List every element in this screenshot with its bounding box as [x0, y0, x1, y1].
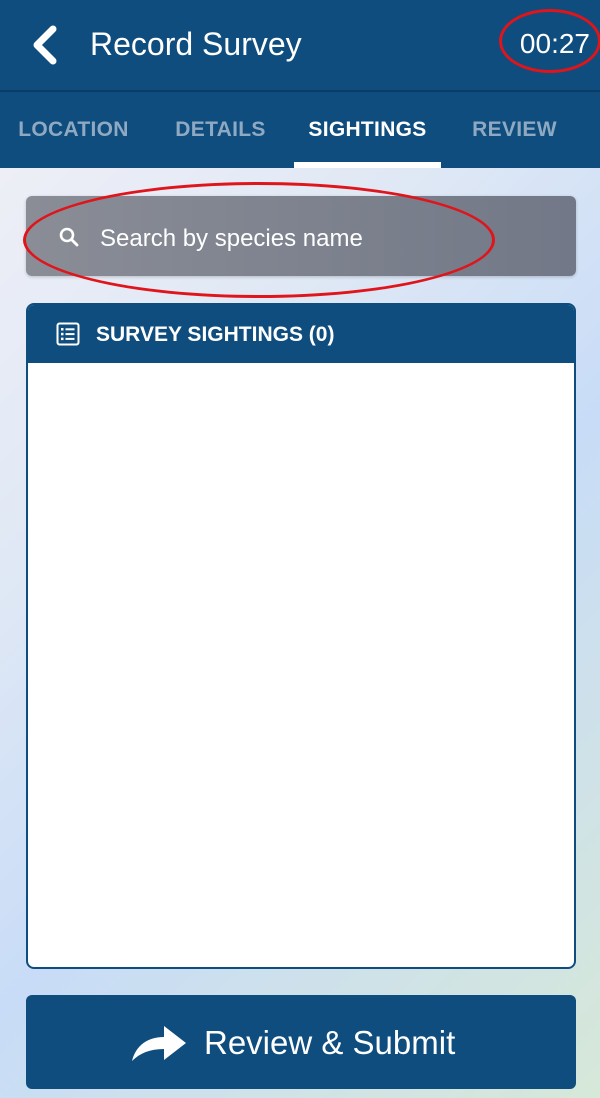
tab-bar: LOCATION DETAILS SIGHTINGS REVIEW: [0, 92, 600, 168]
share-arrow-icon: [132, 1026, 186, 1061]
sightings-panel-title: SURVEY SIGHTINGS (0): [96, 323, 335, 346]
submit-label: Review & Submit: [204, 1024, 456, 1061]
chevron-left-icon: [33, 25, 57, 65]
back-button[interactable]: [22, 20, 66, 70]
page-title: Record Survey: [90, 26, 302, 62]
review-submit-button[interactable]: Review & Submit: [26, 995, 576, 1089]
list-icon: [56, 322, 80, 346]
tab-review[interactable]: REVIEW: [441, 92, 588, 168]
search-highlight-circle: [23, 182, 495, 298]
sightings-panel-header: SURVEY SIGHTINGS (0): [28, 305, 574, 363]
tab-details[interactable]: DETAILS: [147, 92, 294, 168]
tab-sightings[interactable]: SIGHTINGS: [294, 92, 441, 168]
survey-sightings-panel: SURVEY SIGHTINGS (0): [26, 303, 576, 969]
tab-location[interactable]: LOCATION: [0, 92, 147, 168]
timer-highlight-circle: [499, 9, 600, 73]
